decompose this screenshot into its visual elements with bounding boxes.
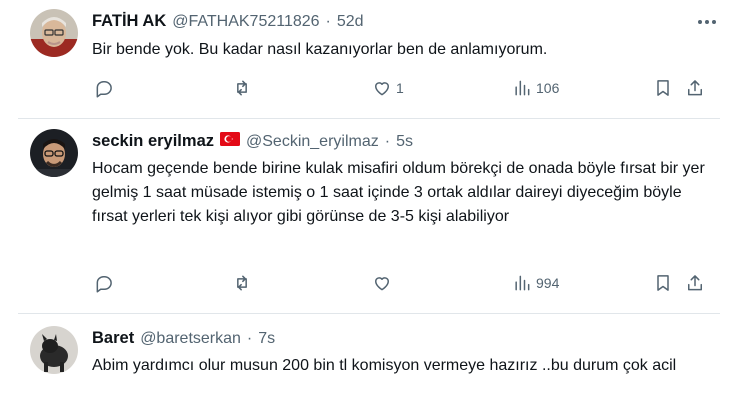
timestamp[interactable]: 5s — [396, 133, 413, 151]
views-count: 106 — [536, 80, 560, 96]
reply-button[interactable] — [94, 273, 114, 293]
reply-icon — [96, 276, 112, 293]
tweet-2[interactable]: seckin eryilmaz @Seckin_eryilmaz · 5s Ho… — [0, 119, 730, 312]
share-icon — [688, 275, 702, 291]
bookmark-button[interactable] — [653, 78, 673, 98]
share-icon — [688, 80, 702, 96]
tweet-text: Hocam geçende bende birine kulak misafir… — [92, 160, 705, 225]
separator-dot: · — [325, 13, 331, 30]
avatar-baret[interactable] — [30, 326, 78, 374]
share-button[interactable] — [685, 78, 705, 98]
views-button[interactable]: 994 — [512, 273, 559, 293]
tweet-1[interactable]: FATİH AK @FATHAK75211826 · 52d Bir bende… — [0, 0, 730, 118]
repost-icon — [237, 80, 247, 96]
tweet-header: Baret @baretserkan · 7s — [92, 329, 275, 348]
separator-dot: · — [246, 330, 253, 347]
reply-icon — [96, 81, 112, 98]
author-name[interactable]: seckin eryilmaz — [92, 132, 214, 151]
repost-icon — [237, 275, 247, 291]
share-button[interactable] — [685, 273, 705, 293]
turkey-flag-icon — [220, 132, 240, 146]
avatar-seckin[interactable] — [30, 129, 78, 177]
views-icon — [515, 275, 530, 291]
bookmark-icon — [657, 275, 669, 291]
author-handle[interactable]: @baretserkan — [140, 330, 241, 348]
views-count: 994 — [536, 275, 560, 291]
action-bar: 1 106 — [92, 78, 712, 102]
author-handle[interactable]: @Seckin_eryilmaz — [246, 133, 379, 151]
heart-icon — [375, 82, 389, 96]
avatar-fatih[interactable] — [30, 9, 78, 57]
like-button[interactable] — [372, 273, 392, 293]
views-icon — [515, 80, 530, 96]
like-button[interactable]: 1 — [372, 78, 404, 98]
bookmark-icon — [657, 80, 669, 96]
timestamp[interactable]: 52d — [337, 13, 364, 31]
author-name[interactable]: Baret — [92, 329, 134, 348]
author-name[interactable]: FATİH AK — [92, 12, 166, 31]
like-count: 1 — [396, 80, 404, 96]
bookmark-button[interactable] — [653, 273, 673, 293]
heart-icon — [375, 277, 389, 291]
tweet-header: seckin eryilmaz @Seckin_eryilmaz · 5s — [92, 132, 413, 151]
tweet-text: Bir bende yok. Bu kadar nasıl kazanıyorl… — [92, 41, 548, 58]
separator-dot: · — [384, 133, 391, 150]
views-button[interactable]: 106 — [512, 78, 559, 98]
repost-button[interactable] — [232, 78, 252, 98]
author-handle[interactable]: @FATHAK75211826 — [172, 13, 319, 31]
tweet-text: Abim yardımcı olur musun 200 bin tl komi… — [92, 357, 677, 374]
action-bar: 994 — [92, 273, 712, 297]
timestamp[interactable]: 7s — [258, 330, 275, 348]
tweet-3[interactable]: Baret @baretserkan · 7s Abim yardımcı ol… — [0, 314, 730, 420]
reply-button[interactable] — [94, 78, 114, 98]
tweet-header: FATİH AK @FATHAK75211826 · 52d — [92, 12, 364, 31]
repost-button[interactable] — [232, 273, 252, 293]
more-icon[interactable] — [698, 20, 716, 24]
